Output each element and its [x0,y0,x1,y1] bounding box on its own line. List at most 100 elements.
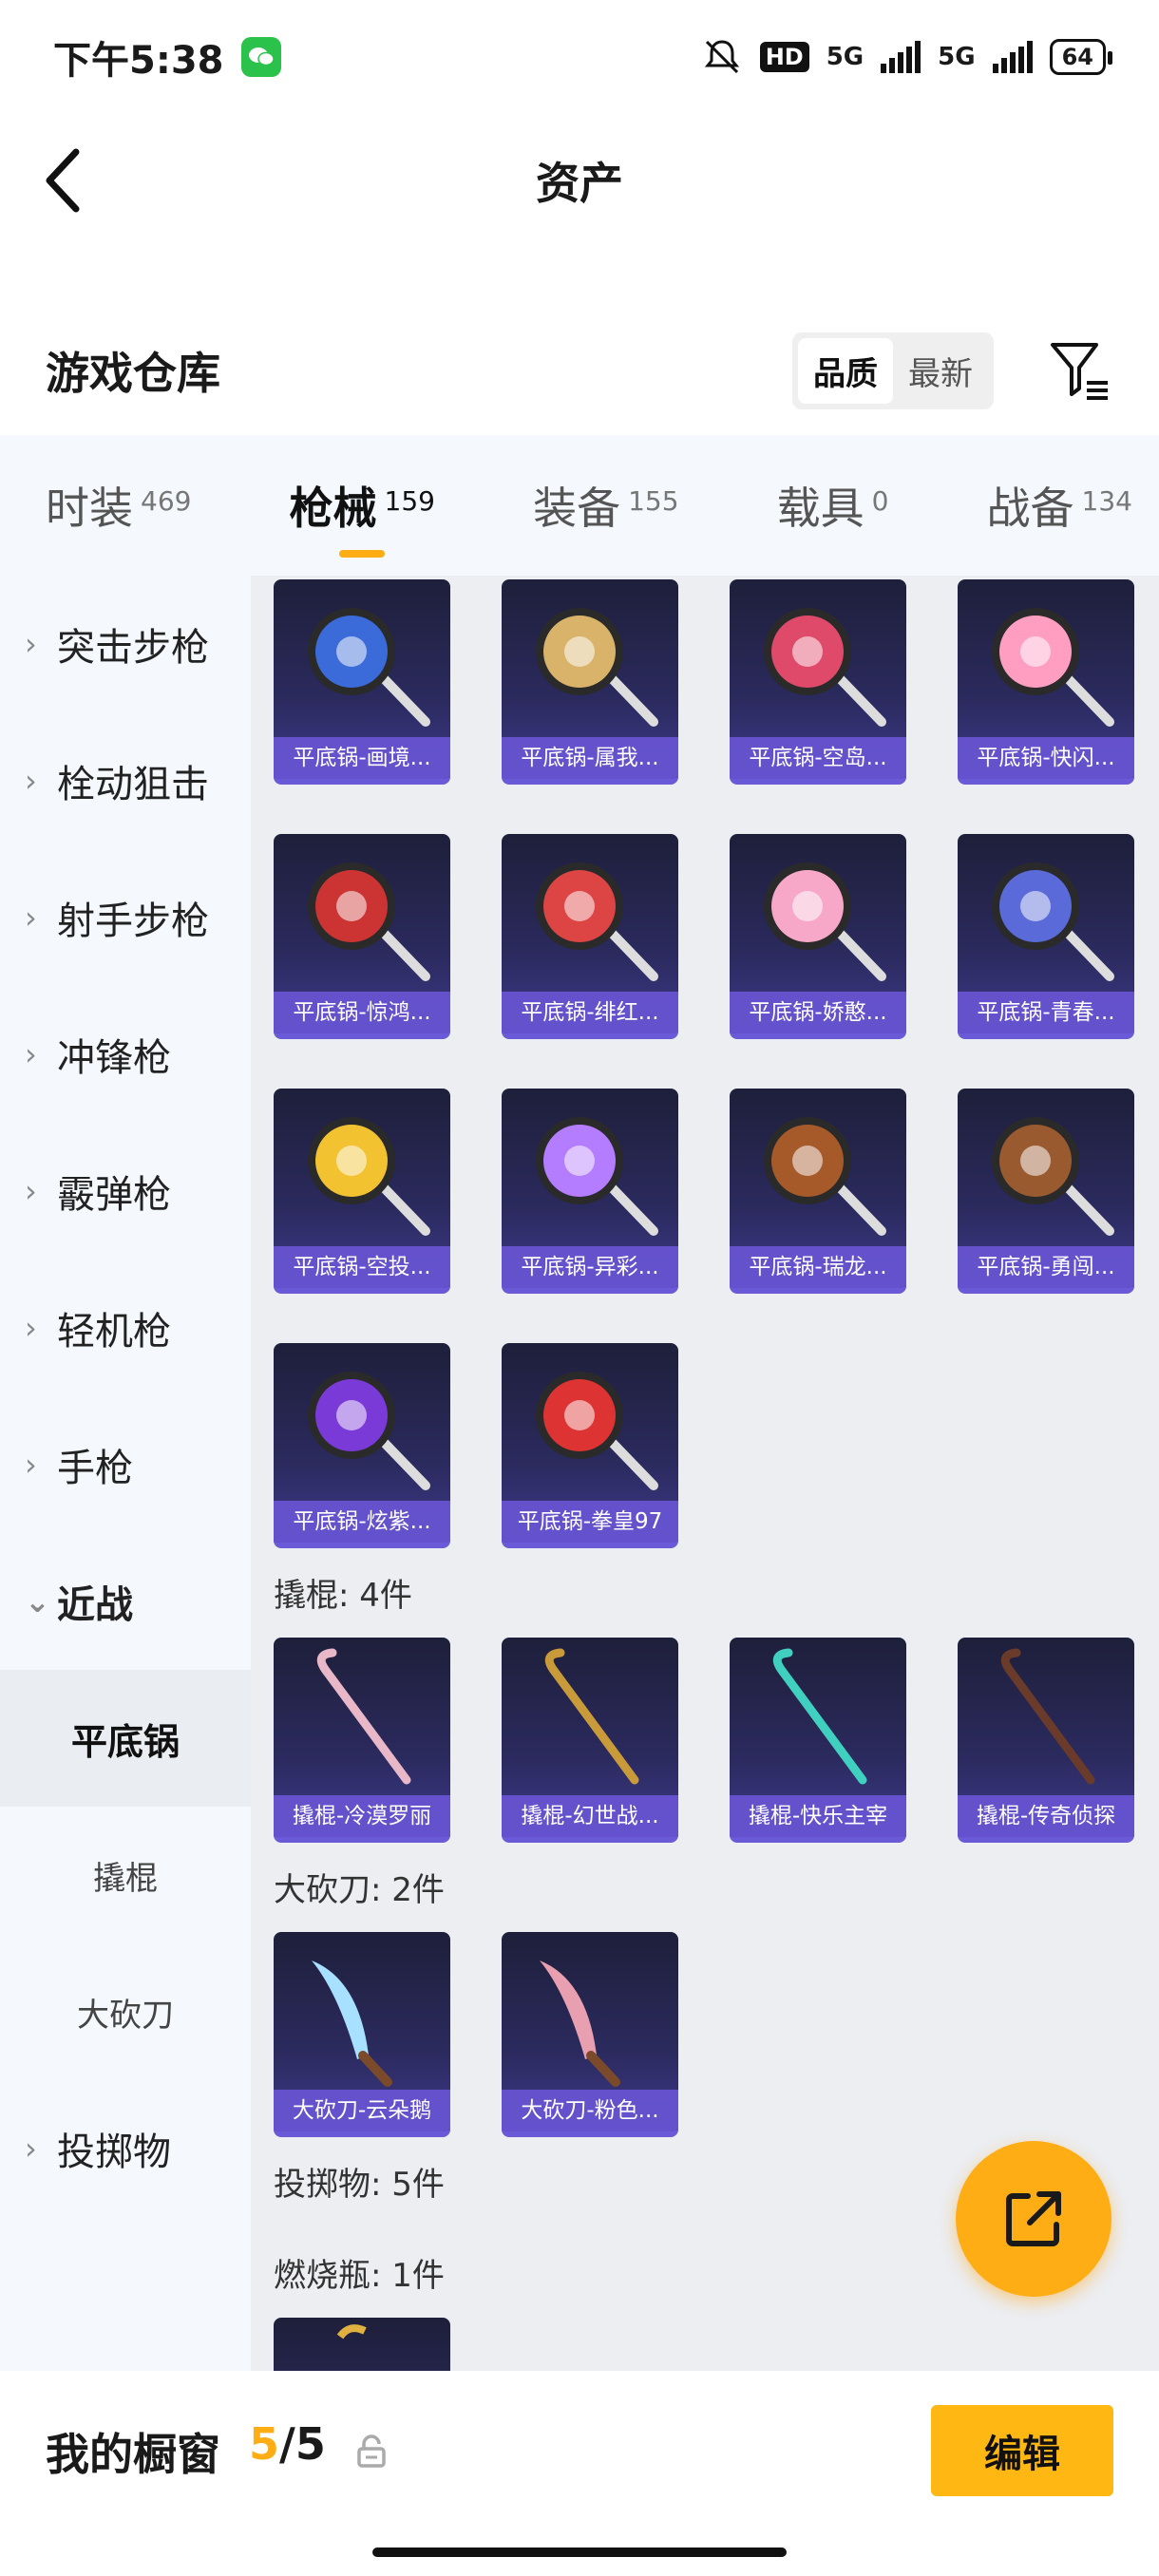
sidebar-subitem-crowbar[interactable]: 撬棍 [0,1807,251,1943]
tab-guns[interactable]: 枪械 159 [290,474,435,558]
tab-supplies[interactable]: 战备 134 [987,474,1132,537]
pan-item-card[interactable]: 平底锅-画境... [274,579,450,785]
pan-item-card[interactable]: 平底锅-青春... [958,834,1134,1039]
chevron-right-icon: › [25,900,37,936]
sidebar-item-shotgun[interactable]: › 霰弹枪 [0,1123,251,1260]
tab-count: 0 [871,485,889,517]
pan-item-card[interactable]: 平底锅-炫紫... [274,1343,450,1548]
crowbar-item-card[interactable]: 撬棍-快乐主宰 [730,1638,906,1843]
pan-item-card[interactable]: 平底锅-异彩... [502,1089,678,1294]
back-arrow-icon[interactable] [38,144,95,217]
sidebar-item-throwables[interactable]: › 投掷物 [0,2080,251,2217]
status-time: 下午5:38 [53,39,224,83]
lock-icon [357,2434,386,2468]
signal-icon [992,41,1033,73]
showcase-bar: 我的橱窗 5/5 编辑 [0,2371,1159,2576]
sidebar-item-label: 轻机枪 [57,1310,171,1354]
item-name: 平底锅-勇闯... [958,1246,1134,1288]
crowbar-item-card[interactable]: 撬棍-幻世战... [502,1638,678,1843]
mute-bell-icon [704,40,739,74]
item-name: 平底锅-娇憨... [730,992,906,1033]
pan-item-card[interactable]: 平底锅-快闪... [958,579,1134,785]
sidebar-item-assault-rifle[interactable]: › 突击步枪 [0,576,251,712]
crowbar-section-heading: 撬棍: 4件 [274,1577,412,1615]
chevron-right-icon: › [25,1036,37,1072]
item-name: 平底锅-惊鸿... [274,992,450,1033]
sidebar-item-marksman-rifle[interactable]: › 射手步枪 [0,849,251,986]
crowbar-icon [544,1648,639,1785]
pan-item-card[interactable]: 平底锅-娇憨... [730,834,906,1039]
sidebar-subitem-pan[interactable]: 平底锅 [0,1670,251,1807]
item-name: 平底锅-快闪... [958,737,1134,779]
showcase-count: 5/5 [249,2418,326,2470]
crowbar-icon [772,1648,867,1785]
pan-item-card[interactable]: 平底锅-绯红... [502,834,678,1039]
tab-label: 装备 [533,483,621,534]
item-name: 撬棍-快乐主宰 [730,1795,906,1837]
tab-count: 159 [384,485,435,517]
sidebar-item-lmg[interactable]: › 轻机枪 [0,1260,251,1396]
frying-pan-icon [308,862,430,981]
frying-pan-icon [536,862,658,981]
tab-vehicles[interactable]: 载具 0 [777,474,889,537]
sidebar-item-melee[interactable]: ⌄ 近战 [0,1533,251,1670]
home-indicator[interactable] [372,2548,787,2557]
sidebar-item-label: 射手步枪 [57,900,209,943]
pan-item-card[interactable]: 平底锅-惊鸿... [274,834,450,1039]
tab-fashion[interactable]: 时装 469 [46,474,191,537]
item-name: 撬棍-冷漠罗丽 [274,1795,450,1837]
network-label-2: 5G [938,43,976,71]
item-name: 大砍刀-粉色... [502,2090,678,2131]
chevron-right-icon: › [25,1173,37,1209]
status-bar: 下午5:38 HD 5G 5G 64 [0,0,1159,114]
sidebar-subitem-machete[interactable]: 大砍刀 [0,1943,251,2080]
showcase-count-total: 5 [294,2418,326,2470]
pan-item-card[interactable]: 平底锅-空岛... [730,579,906,785]
warehouse-row: 游戏仓库 品质 最新 [0,313,1159,427]
sidebar-item-bolt-sniper[interactable]: › 栓动狙击 [0,712,251,849]
frying-pan-icon [992,1117,1114,1236]
sidebar-item-label: 近战 [57,1583,133,1627]
frying-pan-icon [992,862,1114,981]
item-name: 撬棍-传奇侦探 [958,1795,1134,1837]
item-name: 平底锅-异彩... [502,1246,678,1288]
chevron-right-icon: › [25,2131,37,2167]
pan-item-card[interactable]: 平底锅-空投... [274,1089,450,1294]
item-name: 平底锅-画境... [274,737,450,779]
pan-item-card[interactable]: 平底锅-瑞龙... [730,1089,906,1294]
warehouse-title: 游戏仓库 [46,348,220,399]
crowbar-icon [1000,1648,1095,1785]
crowbar-item-card[interactable]: 撬棍-冷漠罗丽 [274,1638,450,1843]
pan-item-card[interactable]: 平底锅-属我... [502,579,678,785]
frying-pan-icon [536,1372,658,1490]
chevron-down-icon: ⌄ [25,1583,50,1619]
frying-pan-icon [308,608,430,727]
molotov-item-card[interactable] [274,2318,450,2371]
sidebar-item-pistol[interactable]: › 手枪 [0,1396,251,1533]
crowbar-item-card[interactable]: 撬棍-传奇侦探 [958,1638,1134,1843]
sidebar-item-label: 霰弹枪 [57,1173,171,1217]
tab-equipment[interactable]: 装备 155 [533,474,678,537]
tab-count: 469 [141,485,192,517]
item-name: 平底锅-炫紫... [274,1501,450,1543]
machete-item-card[interactable]: 大砍刀-粉色... [502,1932,678,2137]
sort-newest-button[interactable]: 最新 [893,338,988,404]
sidebar-item-smg[interactable]: › 冲锋枪 [0,986,251,1123]
filter-icon[interactable] [1047,337,1113,404]
hd-badge: HD [759,42,809,72]
frying-pan-icon [992,608,1114,727]
item-name: 平底锅-瑞龙... [730,1246,906,1288]
sort-quality-button[interactable]: 品质 [798,337,893,404]
item-grid: 撬棍: 4件 大砍刀: 2件 投掷物: 5件 燃烧瓶: 1件 平底锅-画境...… [251,576,1159,2371]
pan-item-card[interactable]: 平底锅-勇闯... [958,1089,1134,1294]
sidebar-item-label: 投掷物 [57,2131,171,2174]
category-tabs: 时装 469 枪械 159 装备 155 载具 0 战备 134 [0,435,1159,576]
item-name: 平底锅-空投... [274,1246,450,1288]
pan-item-card[interactable]: 平底锅-拳皇97 [502,1343,678,1548]
machete-item-card[interactable]: 大砍刀-云朵鹅 [274,1932,450,2137]
sidebar-item-label: 冲锋枪 [57,1036,171,1080]
edit-button[interactable]: 编辑 [931,2405,1113,2496]
frying-pan-icon [536,608,658,727]
item-name: 平底锅-青春... [958,992,1134,1033]
share-fab-button[interactable] [956,2141,1112,2297]
